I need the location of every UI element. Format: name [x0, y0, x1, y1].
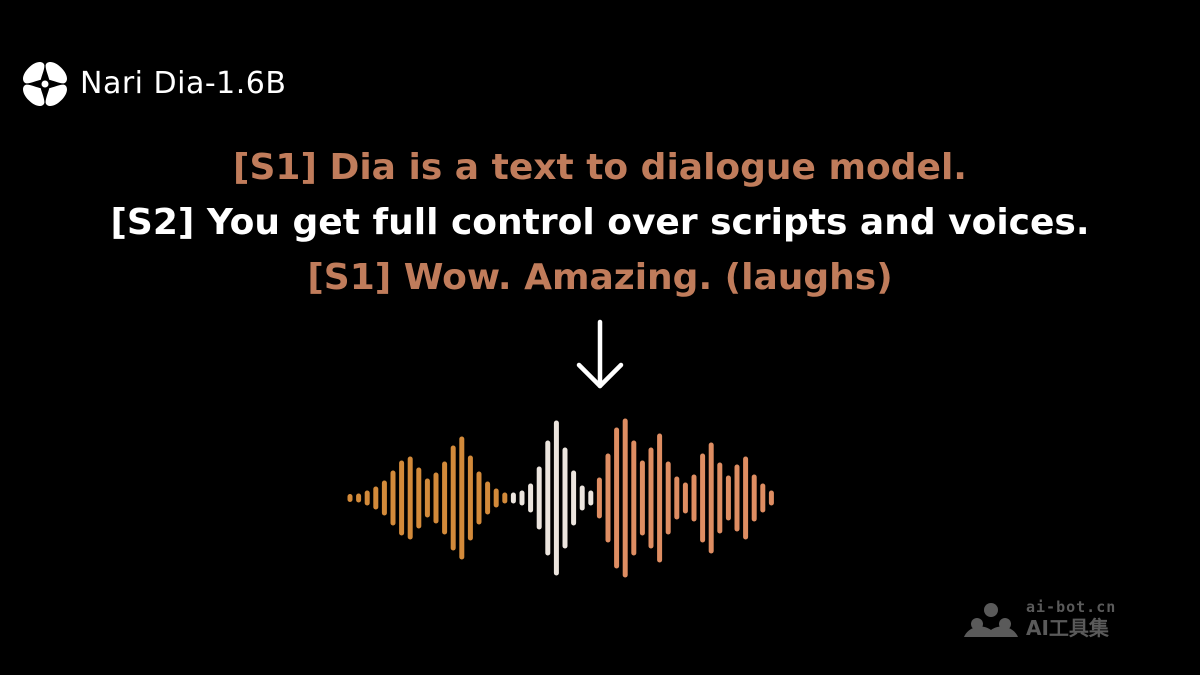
- audio-waveform-icon: [347, 418, 774, 578]
- brand-name: Nari Dia-1.6B: [80, 66, 287, 101]
- ai-bot-logo-icon: [964, 603, 1018, 637]
- dialogue-script: [S1] Dia is a text to dialogue model. [S…: [0, 140, 1200, 305]
- arrow-down-icon: [576, 319, 624, 389]
- script-line-s2: [S2] You get full control over scripts a…: [110, 202, 1090, 243]
- script-line-s1-reply: [S1] Wow. Amazing. (laughs): [307, 257, 893, 298]
- watermark: ai-bot.cn AI工具集: [962, 596, 1142, 642]
- flower-logo-icon: [23, 62, 67, 106]
- brand: Nari Dia-1.6B: [22, 60, 286, 108]
- watermark-domain: ai-bot.cn: [1026, 598, 1117, 616]
- watermark-text: ai-bot.cn AI工具集: [1026, 598, 1116, 640]
- watermark-name: AI工具集: [1026, 616, 1109, 640]
- script-line-s1: [S1] Dia is a text to dialogue model.: [233, 147, 967, 188]
